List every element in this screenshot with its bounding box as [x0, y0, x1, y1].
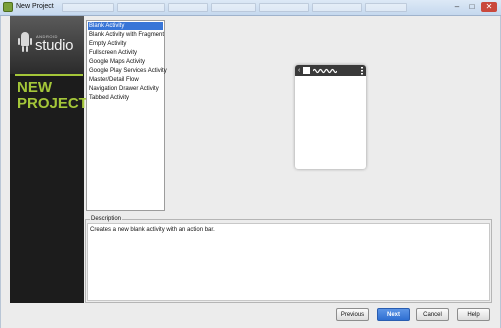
- accent-divider: [15, 74, 83, 76]
- activity-item-blank-with-fragment[interactable]: Blank Activity with Fragment: [88, 31, 164, 39]
- android-studio-app-icon: [3, 2, 13, 12]
- activity-preview: ‹: [295, 65, 366, 169]
- window-titlebar: New Project – □ ✕: [0, 0, 501, 16]
- new-project-title: NEW PROJECT: [17, 79, 88, 112]
- android-robot-icon: [18, 32, 32, 52]
- branding-panel: ANDROID studio NEW PROJECT: [10, 16, 88, 303]
- description-text: Creates a new blank activity with an act…: [90, 227, 215, 233]
- cancel-button[interactable]: Cancel: [416, 308, 449, 321]
- activity-template-list[interactable]: Blank Activity Blank Activity with Fragm…: [86, 20, 167, 211]
- app-icon-placeholder: [303, 67, 310, 74]
- background-tab: [259, 3, 309, 12]
- close-button[interactable]: ✕: [481, 2, 497, 12]
- background-tab: [312, 3, 362, 12]
- activity-item-fullscreen[interactable]: Fullscreen Activity: [88, 49, 137, 57]
- overflow-menu-icon: [361, 67, 363, 75]
- activity-item-empty-activity[interactable]: Empty Activity: [88, 40, 126, 48]
- studio-header: ANDROID studio: [10, 16, 84, 74]
- title-line-project: PROJECT: [17, 95, 88, 112]
- title-squiggle-icon: [313, 68, 337, 74]
- background-tab: [211, 3, 256, 12]
- window-title: New Project: [16, 3, 54, 10]
- background-tab: [365, 3, 407, 12]
- preview-action-bar: ‹: [295, 65, 366, 76]
- description-legend: Description: [90, 215, 123, 223]
- background-tab: [117, 3, 165, 12]
- next-button[interactable]: Next: [377, 308, 410, 321]
- background-tab: [168, 3, 208, 12]
- activity-item-google-maps[interactable]: Google Maps Activity: [88, 58, 145, 66]
- activity-item-blank-activity[interactable]: Blank Activity: [88, 22, 163, 30]
- background-tab: [62, 3, 114, 12]
- activity-item-master-detail[interactable]: Master/Detail Flow: [88, 76, 139, 84]
- studio-label: studio: [35, 37, 74, 54]
- dialog-client-area: ANDROID studio NEW PROJECT Blank Activit…: [0, 16, 501, 328]
- minimize-button[interactable]: –: [450, 2, 464, 12]
- activity-item-navigation-drawer[interactable]: Navigation Drawer Activity: [88, 85, 159, 93]
- help-button[interactable]: Help: [457, 308, 490, 321]
- description-group: Description Creates a new blank activity…: [85, 215, 492, 303]
- activity-item-google-play-services[interactable]: Google Play Services Activity: [88, 67, 167, 75]
- title-line-new: NEW: [17, 79, 52, 96]
- previous-button[interactable]: Previous: [336, 308, 369, 321]
- description-box: Creates a new blank activity with an act…: [87, 223, 490, 301]
- activity-item-tabbed[interactable]: Tabbed Activity: [88, 94, 129, 102]
- back-chevron-icon: ‹: [298, 67, 301, 74]
- maximize-button[interactable]: □: [465, 2, 479, 12]
